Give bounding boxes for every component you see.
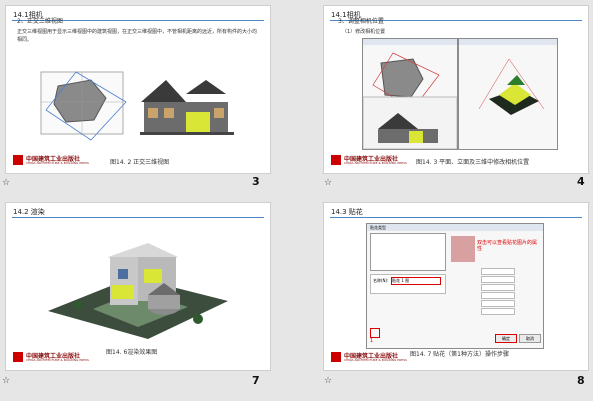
- slide-subsubtitle: （1）修改相机位置: [342, 29, 386, 35]
- star-icon[interactable]: ☆: [2, 376, 10, 386]
- slide-thumbnail-3[interactable]: 14.1相机 2、正交三维视图 正交三维视图用于显示三维视图中的建筑视图，在正交…: [6, 6, 270, 173]
- star-icon[interactable]: ☆: [324, 376, 332, 386]
- star-icon[interactable]: ☆: [324, 178, 332, 188]
- 3d-view-window: [458, 38, 558, 150]
- figure-caption: 图14. 7 贴花（第1种方法）操作步骤: [410, 351, 509, 358]
- figure-caption: 图14. 6渲染效果图: [106, 349, 158, 356]
- orthographic-figures: [40, 71, 234, 141]
- decal-annotation: 双击可以查看贴花图片的属性: [477, 240, 538, 252]
- slide-number: 4: [577, 175, 585, 188]
- slide-number: 7: [252, 374, 260, 387]
- ok-button[interactable]: 确定: [495, 334, 517, 343]
- title-divider: [12, 217, 264, 218]
- step-label: 1: [370, 338, 374, 344]
- decal-preview-image: [451, 236, 475, 262]
- publisher-logo: 中国建筑工业出版社 CHINA ARCHITECTURE & BUILDING …: [13, 155, 89, 167]
- decal-list: [370, 233, 446, 271]
- publisher-logo: 中国建筑工业出版社 CHINA ARCHITECTURE & BUILDING …: [331, 155, 407, 167]
- slide-thumbnail-4[interactable]: 14.1相机 3、调整相机位置 （1）修改相机位置 中国建筑工业出版社 CHIN…: [324, 6, 588, 173]
- rendered-house-image: [48, 243, 228, 339]
- cancel-button[interactable]: 取消: [519, 334, 541, 343]
- title-divider: [330, 217, 582, 218]
- name-field[interactable]: 贴花 1 图: [391, 277, 441, 285]
- publisher-logo: 中国建筑工业出版社 CHINA ARCHITECTURE & BUILDING …: [13, 352, 89, 364]
- slide-number: 3: [252, 175, 260, 188]
- slide-subtitle: 3、调整相机位置: [338, 18, 384, 25]
- slide-body-text: 正交三维视图用于显示三维视图中的建筑视图，在正交三维视图中，不管相机距离的远近，…: [17, 29, 258, 43]
- dialog-title: 贴花类型: [367, 224, 543, 231]
- house-elevation-image: [140, 80, 234, 135]
- decal-properties-list: [451, 268, 539, 315]
- slide-number: 8: [577, 374, 585, 387]
- slide-thumbnail-7[interactable]: 14.2 渲染 中国建筑工业出版社 CHINA ARCHITECTURE & B…: [6, 203, 270, 370]
- slide-title: 14.3 贴花: [331, 208, 363, 216]
- floor-plan-image: [40, 71, 127, 141]
- decal-types-dialog: 贴花类型 名称(N): 贴花 1 图 1 双击可以查看贴花图片的属性 确定 取消: [366, 223, 544, 349]
- slide-title: 14.2 渲染: [13, 208, 45, 216]
- figure-caption: 图14. 2 正交三维视图: [110, 159, 170, 166]
- slide-thumbnail-8[interactable]: 14.3 贴花 贴花类型 名称(N): 贴花 1 图 1 双击可以查看贴花图片的…: [324, 203, 588, 370]
- name-entry-box: 名称(N): 贴花 1 图: [370, 274, 446, 294]
- publisher-logo: 中国建筑工业出版社 CHINA ARCHITECTURE & BUILDING …: [331, 352, 407, 364]
- star-icon[interactable]: ☆: [2, 178, 10, 188]
- slide-subtitle: 2、正交三维视图: [17, 18, 63, 25]
- figure-caption: 图14. 3 平面、立面及三维中修改相机位置: [416, 159, 530, 166]
- plan-view-window: [362, 38, 458, 150]
